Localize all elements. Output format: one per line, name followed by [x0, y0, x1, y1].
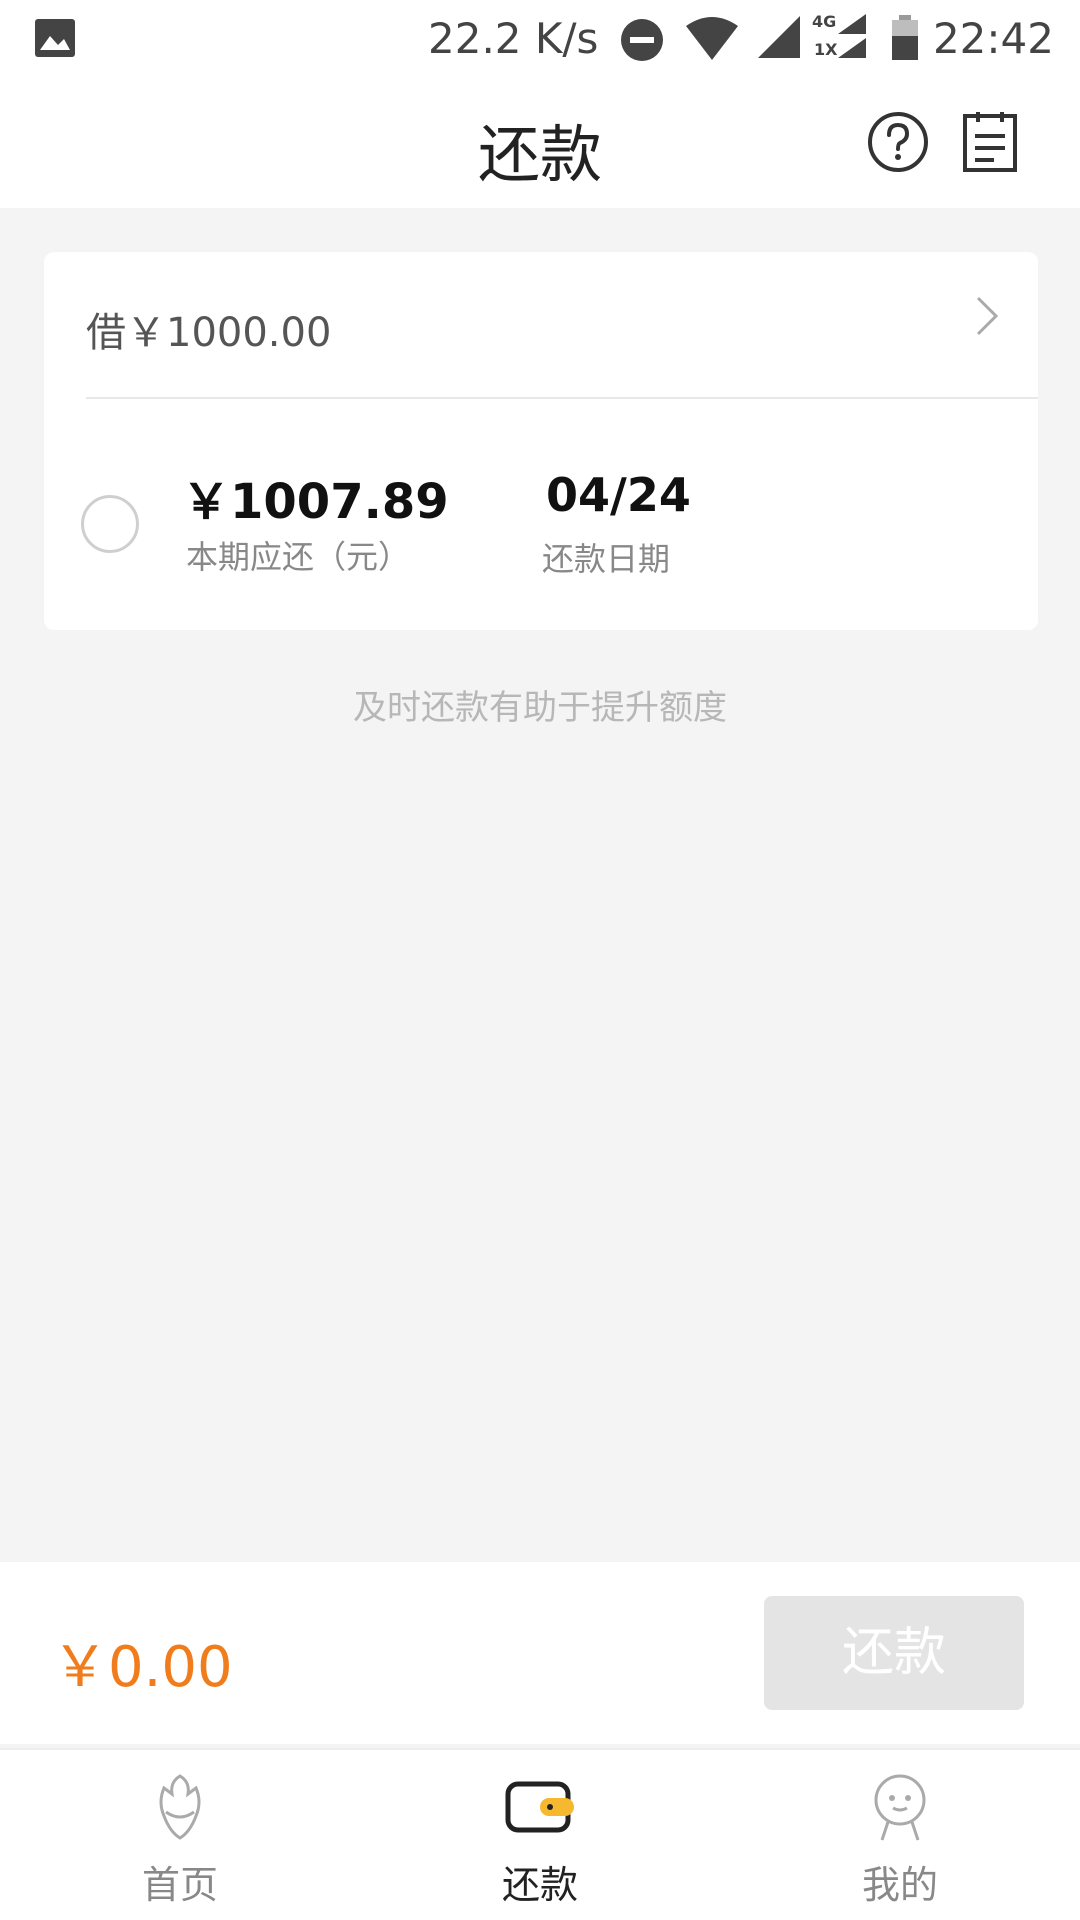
tab-repay[interactable]: 还款	[440, 1750, 640, 1920]
wifi-icon	[686, 17, 738, 60]
help-icon[interactable]	[866, 110, 930, 174]
pay-bar: ￥0.00 还款	[0, 1562, 1080, 1744]
total-amount: ￥0.00	[52, 1635, 233, 1700]
amount-due: ￥1007.89	[182, 474, 449, 530]
tab-mine[interactable]: 我的	[800, 1750, 1000, 1920]
header: 还款	[0, 80, 1080, 208]
tab-bar: 首页 还款 我的	[0, 1748, 1080, 1920]
signal-icon	[758, 16, 800, 58]
divider	[86, 397, 1038, 399]
do-not-disturb-icon	[621, 19, 663, 61]
installment-select-radio[interactable]	[81, 495, 139, 553]
repay-button[interactable]: 还款	[764, 1596, 1024, 1710]
tab-home[interactable]: 首页	[80, 1750, 280, 1920]
tab-home-label: 首页	[141, 1863, 218, 1907]
repayment-tip: 及时还款有助于提升额度	[353, 688, 727, 728]
profile-icon	[874, 1774, 926, 1841]
gallery-icon	[35, 19, 75, 57]
wallet-icon	[505, 1781, 574, 1833]
clock: 22:42	[932, 14, 1054, 63]
repayment-record-icon[interactable]	[960, 110, 1020, 174]
signal-secondary-icon	[838, 14, 866, 58]
home-icon	[159, 1774, 201, 1840]
tab-repay-label: 还款	[501, 1863, 578, 1907]
network-type-bottom: 1X	[814, 40, 838, 59]
chevron-right-icon	[976, 296, 999, 336]
screen: 22.2 K/s 4G 1X 22:42 还款 借￥1000.00 ￥1007.…	[0, 0, 1080, 1920]
tab-mine-label: 我的	[861, 1863, 938, 1907]
network-type-top: 4G	[812, 12, 837, 31]
battery-icon	[892, 15, 918, 60]
status-bar: 22.2 K/s 4G 1X 22:42	[0, 0, 1080, 80]
due-date: 04/24	[546, 468, 691, 522]
amount-due-label: 本期应还（元）	[186, 538, 411, 576]
loan-card: 借￥1000.00 ￥1007.89 本期应还（元） 04/24 还款日期	[44, 252, 1038, 630]
due-date-label: 还款日期	[542, 540, 671, 578]
loan-detail-row[interactable]: 借￥1000.00	[44, 252, 1038, 397]
network-speed: 22.2 K/s	[428, 14, 599, 63]
loan-amount-label: 借￥1000.00	[86, 310, 332, 356]
